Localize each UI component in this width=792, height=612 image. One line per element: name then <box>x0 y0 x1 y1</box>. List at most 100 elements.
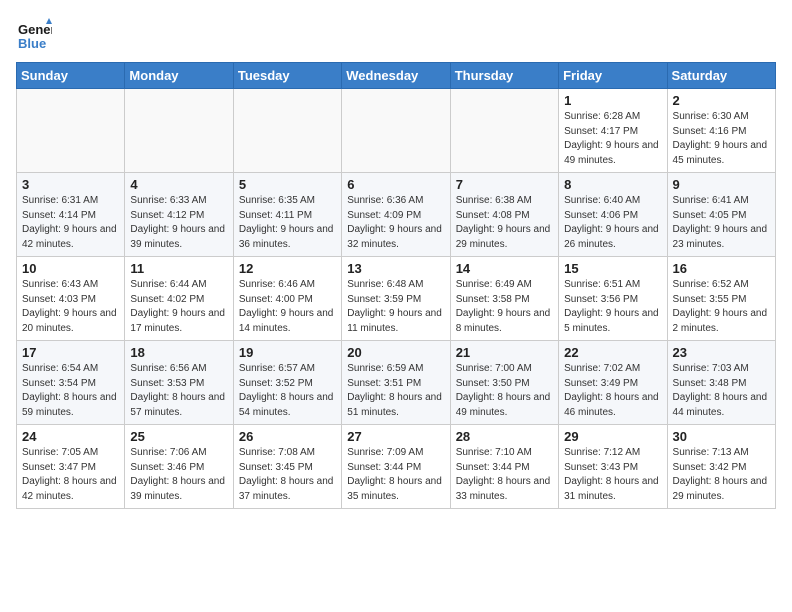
weekday-header-row: SundayMondayTuesdayWednesdayThursdayFrid… <box>17 63 776 89</box>
calendar-cell: 23Sunrise: 7:03 AM Sunset: 3:48 PM Dayli… <box>667 341 775 425</box>
weekday-header-wednesday: Wednesday <box>342 63 450 89</box>
calendar-cell: 22 Sunrise: 7:02 AM Sunset: 3:49 PM Dayli… <box>559 341 667 425</box>
day-info: Sunrise: 6:46 AM Sunset: 4:00 PM Dayligh… <box>239 278 336 336</box>
calendar-week-row: 17 Sunrise: 6:54 AM Sunset: 3:54 PM Dayli… <box>17 341 776 425</box>
day-info: Sunrise: 7:05 AM Sunset: 3:47 PM Dayligh… <box>22 446 119 504</box>
day-number: 7 <box>456 177 553 192</box>
logo: General Blue <box>16 16 56 52</box>
day-info: Sunrise: 6:59 AM Sunset: 3:51 PM Dayligh… <box>347 362 444 420</box>
day-number: 17 <box>22 345 119 360</box>
calendar-cell: 26 Sunrise: 7:08 AM Sunset: 3:45 PM Dayli… <box>233 425 341 509</box>
calendar-table: SundayMondayTuesdayWednesdayThursdayFrid… <box>16 62 776 509</box>
day-number: 24 <box>22 429 119 444</box>
calendar-cell: 21Sunrise: 7:00 AM Sunset: 3:50 PM Dayli… <box>450 341 558 425</box>
day-info: Sunrise: 6:44 AM Sunset: 4:02 PM Dayligh… <box>130 278 227 336</box>
day-number: 27 <box>347 429 444 444</box>
day-number: 25 <box>130 429 227 444</box>
day-info: Sunrise: 7:02 AM Sunset: 3:49 PM Dayligh… <box>564 362 661 420</box>
calendar-cell: 11 Sunrise: 6:44 AM Sunset: 4:02 PM Dayli… <box>125 257 233 341</box>
day-info: Sunrise: 6:54 AM Sunset: 3:54 PM Dayligh… <box>22 362 119 420</box>
day-info: Sunrise: 6:57 AM Sunset: 3:52 PM Dayligh… <box>239 362 336 420</box>
calendar-cell: 9 Sunrise: 6:41 AM Sunset: 4:05 PM Daylig… <box>667 173 775 257</box>
calendar-cell: 6 Sunrise: 6:36 AM Sunset: 4:09 PM Daylig… <box>342 173 450 257</box>
calendar-cell: 29Sunrise: 7:12 AM Sunset: 3:43 PM Dayli… <box>559 425 667 509</box>
calendar-cell: 3Sunrise: 6:31 AM Sunset: 4:14 PM Daylig… <box>17 173 125 257</box>
day-info: Sunrise: 6:51 AM Sunset: 3:56 PM Dayligh… <box>564 278 661 336</box>
day-number: 8 <box>564 177 661 192</box>
calendar-cell: 1 Sunrise: 6:28 AM Sunset: 4:17 PM Daylig… <box>559 89 667 173</box>
day-number: 13 <box>347 261 444 276</box>
day-number: 22 <box>564 345 661 360</box>
calendar-cell: 18 Sunrise: 6:56 AM Sunset: 3:53 PM Dayli… <box>125 341 233 425</box>
weekday-header-friday: Friday <box>559 63 667 89</box>
calendar-cell: 14Sunrise: 6:49 AM Sunset: 3:58 PM Dayli… <box>450 257 558 341</box>
day-number: 3 <box>22 177 119 192</box>
weekday-header-thursday: Thursday <box>450 63 558 89</box>
calendar-cell <box>125 89 233 173</box>
svg-text:General: General <box>18 22 52 37</box>
day-info: Sunrise: 6:52 AM Sunset: 3:55 PM Dayligh… <box>673 278 770 336</box>
calendar-cell: 20 Sunrise: 6:59 AM Sunset: 3:51 PM Dayli… <box>342 341 450 425</box>
day-number: 15 <box>564 261 661 276</box>
day-info: Sunrise: 6:43 AM Sunset: 4:03 PM Dayligh… <box>22 278 119 336</box>
day-number: 28 <box>456 429 553 444</box>
day-info: Sunrise: 6:56 AM Sunset: 3:53 PM Dayligh… <box>130 362 227 420</box>
calendar-week-row: 24 Sunrise: 7:05 AM Sunset: 3:47 PM Dayli… <box>17 425 776 509</box>
calendar-cell: 16 Sunrise: 6:52 AM Sunset: 3:55 PM Dayli… <box>667 257 775 341</box>
day-number: 4 <box>130 177 227 192</box>
day-info: Sunrise: 7:08 AM Sunset: 3:45 PM Dayligh… <box>239 446 336 504</box>
day-info: Sunrise: 6:38 AM Sunset: 4:08 PM Dayligh… <box>456 194 553 252</box>
day-number: 18 <box>130 345 227 360</box>
svg-text:Blue: Blue <box>18 36 46 51</box>
calendar-week-row: 10 Sunrise: 6:43 AM Sunset: 4:03 PM Dayli… <box>17 257 776 341</box>
day-info: Sunrise: 6:28 AM Sunset: 4:17 PM Dayligh… <box>564 110 661 168</box>
day-info: Sunrise: 6:36 AM Sunset: 4:09 PM Dayligh… <box>347 194 444 252</box>
day-info: Sunrise: 7:13 AM Sunset: 3:42 PM Dayligh… <box>673 446 770 504</box>
day-info: Sunrise: 7:00 AM Sunset: 3:50 PM Dayligh… <box>456 362 553 420</box>
day-info: Sunrise: 6:30 AM Sunset: 4:16 PM Dayligh… <box>673 110 770 168</box>
calendar-cell <box>450 89 558 173</box>
calendar-cell: 28Sunrise: 7:10 AM Sunset: 3:44 PM Dayli… <box>450 425 558 509</box>
weekday-header-monday: Monday <box>125 63 233 89</box>
day-info: Sunrise: 7:12 AM Sunset: 3:43 PM Dayligh… <box>564 446 661 504</box>
day-number: 1 <box>564 93 661 108</box>
day-number: 11 <box>130 261 227 276</box>
day-info: Sunrise: 6:35 AM Sunset: 4:11 PM Dayligh… <box>239 194 336 252</box>
day-number: 16 <box>673 261 770 276</box>
calendar-cell: 13 Sunrise: 6:48 AM Sunset: 3:59 PM Dayli… <box>342 257 450 341</box>
weekday-header-sunday: Sunday <box>17 63 125 89</box>
calendar-cell: 4 Sunrise: 6:33 AM Sunset: 4:12 PM Daylig… <box>125 173 233 257</box>
weekday-header-saturday: Saturday <box>667 63 775 89</box>
day-number: 20 <box>347 345 444 360</box>
calendar-cell: 25 Sunrise: 7:06 AM Sunset: 3:46 PM Dayli… <box>125 425 233 509</box>
calendar-cell <box>342 89 450 173</box>
calendar-cell: 12 Sunrise: 6:46 AM Sunset: 4:00 PM Dayli… <box>233 257 341 341</box>
calendar-cell: 24 Sunrise: 7:05 AM Sunset: 3:47 PM Dayli… <box>17 425 125 509</box>
weekday-header-tuesday: Tuesday <box>233 63 341 89</box>
calendar-cell: 27Sunrise: 7:09 AM Sunset: 3:44 PM Dayli… <box>342 425 450 509</box>
day-number: 23 <box>673 345 770 360</box>
calendar-cell: 2 Sunrise: 6:30 AM Sunset: 4:16 PM Daylig… <box>667 89 775 173</box>
day-info: Sunrise: 6:33 AM Sunset: 4:12 PM Dayligh… <box>130 194 227 252</box>
calendar-cell: 7 Sunrise: 6:38 AM Sunset: 4:08 PM Daylig… <box>450 173 558 257</box>
day-number: 12 <box>239 261 336 276</box>
day-number: 2 <box>673 93 770 108</box>
day-info: Sunrise: 7:06 AM Sunset: 3:46 PM Dayligh… <box>130 446 227 504</box>
calendar-cell: 8Sunrise: 6:40 AM Sunset: 4:06 PM Daylig… <box>559 173 667 257</box>
day-number: 26 <box>239 429 336 444</box>
calendar-cell: 17 Sunrise: 6:54 AM Sunset: 3:54 PM Dayli… <box>17 341 125 425</box>
day-number: 9 <box>673 177 770 192</box>
calendar-cell <box>17 89 125 173</box>
day-number: 5 <box>239 177 336 192</box>
day-info: Sunrise: 6:48 AM Sunset: 3:59 PM Dayligh… <box>347 278 444 336</box>
calendar-cell: 15 Sunrise: 6:51 AM Sunset: 3:56 PM Dayli… <box>559 257 667 341</box>
day-info: Sunrise: 6:41 AM Sunset: 4:05 PM Dayligh… <box>673 194 770 252</box>
day-number: 19 <box>239 345 336 360</box>
day-number: 6 <box>347 177 444 192</box>
logo-icon: General Blue <box>16 16 52 52</box>
calendar-cell: 30Sunrise: 7:13 AM Sunset: 3:42 PM Dayli… <box>667 425 775 509</box>
day-number: 10 <box>22 261 119 276</box>
day-number: 14 <box>456 261 553 276</box>
calendar-cell: 19 Sunrise: 6:57 AM Sunset: 3:52 PM Dayli… <box>233 341 341 425</box>
calendar-cell: 10 Sunrise: 6:43 AM Sunset: 4:03 PM Dayli… <box>17 257 125 341</box>
